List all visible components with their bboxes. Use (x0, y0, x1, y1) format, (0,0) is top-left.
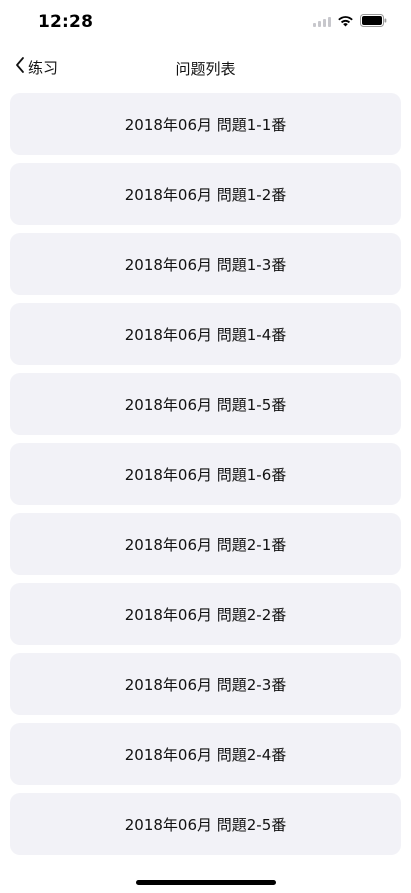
list-item[interactable]: 2018年06月 問題1-3番 (10, 233, 401, 295)
list-item[interactable]: 2018年06月 問題1-4番 (10, 303, 401, 365)
status-time: 12:28 (38, 12, 94, 32)
list-item[interactable]: 2018年06月 問題1-2番 (10, 163, 401, 225)
list-item[interactable]: 2018年06月 問題1-6番 (10, 443, 401, 505)
list-item[interactable]: 2018年06月 問題1-5番 (10, 373, 401, 435)
list-item[interactable]: 2018年06月 問題2-1番 (10, 513, 401, 575)
screen: 12:28 练习 问题列表 2018年06月 問題1-1番 2018年06月 問… (0, 0, 411, 893)
home-indicator (135, 880, 276, 885)
battery-icon (360, 14, 387, 27)
wifi-icon (337, 15, 354, 27)
list-item[interactable]: 2018年06月 問題2-5番 (10, 793, 401, 855)
list-item[interactable]: 2018年06月 問題2-2番 (10, 583, 401, 645)
status-icons (313, 14, 387, 27)
list-item[interactable]: 2018年06月 問題2-4番 (10, 723, 401, 785)
status-bar: 12:28 (0, 0, 411, 46)
page-title: 问题列表 (175, 60, 236, 78)
signal-icon (313, 15, 331, 27)
list-item[interactable]: 2018年06月 問題1-1番 (10, 93, 401, 155)
list-item[interactable]: 2018年06月 問題2-3番 (10, 653, 401, 715)
question-list: 2018年06月 問題1-1番 2018年06月 問題1-2番 2018年06月… (10, 93, 401, 863)
nav-bar: 练习 问题列表 (0, 50, 411, 88)
